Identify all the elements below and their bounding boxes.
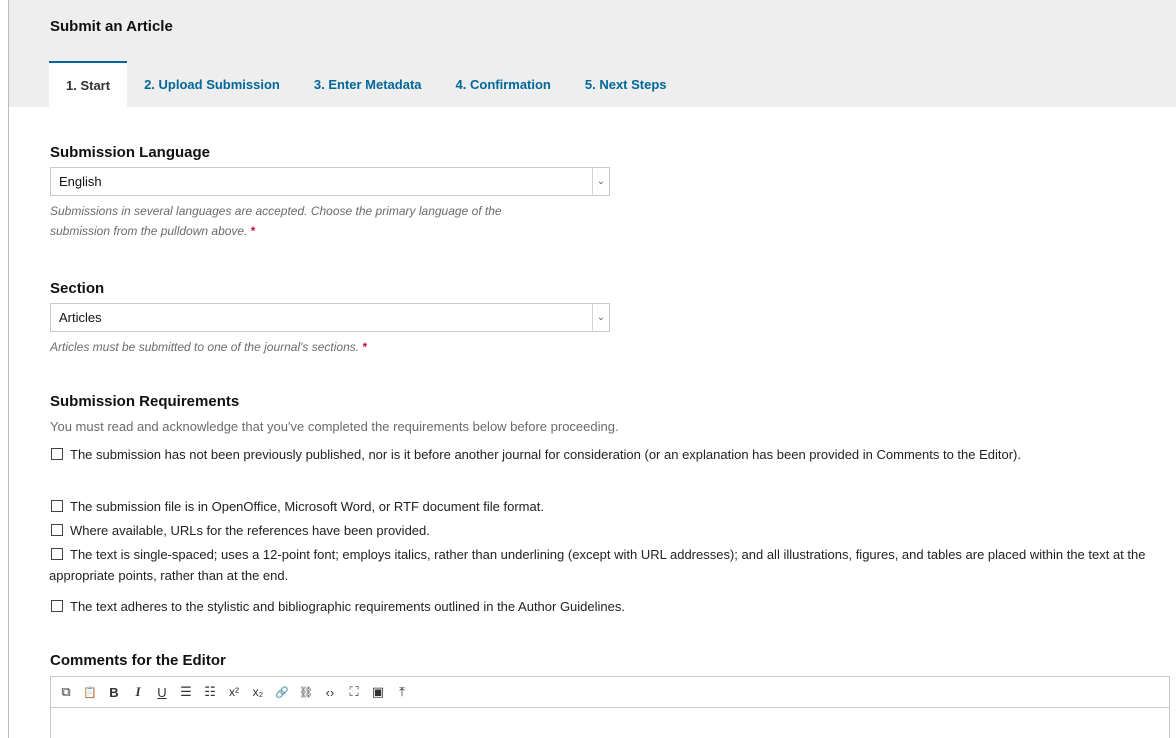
italic-icon[interactable]: I [126, 680, 150, 704]
requirement-checkbox[interactable] [51, 548, 63, 560]
tab-next-steps[interactable]: 5. Next Steps [568, 61, 684, 107]
tab-confirmation[interactable]: 4. Confirmation [439, 61, 568, 107]
requirement-text: The text is single-spaced; uses a 12-poi… [49, 547, 1146, 583]
code-icon[interactable]: ‹› [318, 680, 342, 704]
editor-toolbar: ⧉ 📋 B I U ☰ ☷ x² x₂ 🔗 ⛓ ‹› ⛶ ▣ ⤒ [51, 677, 1169, 708]
paste-icon[interactable]: 📋 [78, 680, 102, 704]
requirement-checkbox[interactable] [51, 524, 63, 536]
required-mark: * [250, 224, 256, 238]
section-select[interactable]: Articles ⌄ [50, 303, 610, 332]
header-band: Submit an Article 1. Start 2. Upload Sub… [9, 0, 1176, 107]
section-help: Articles must be submitted to one of the… [50, 337, 670, 357]
bold-icon[interactable]: B [102, 680, 126, 704]
link-icon[interactable]: 🔗 [270, 680, 294, 704]
section-value: Articles [59, 310, 102, 325]
requirement-checkbox[interactable] [51, 600, 63, 612]
bullet-list-icon[interactable]: ☰ [174, 680, 198, 704]
submission-language-label: Submission Language [50, 144, 211, 161]
tab-upload-submission[interactable]: 2. Upload Submission [127, 61, 297, 107]
page-title: Submit an Article [50, 18, 173, 35]
required-mark: * [362, 340, 368, 354]
requirement-text: The text adheres to the stylistic and bi… [70, 599, 625, 614]
comments-editor: ⧉ 📋 B I U ☰ ☷ x² x₂ 🔗 ⛓ ‹› ⛶ ▣ ⤒ [50, 676, 1170, 738]
requirement-item: The text is single-spaced; uses a 12-poi… [49, 544, 1149, 586]
submission-language-help: Submissions in several languages are acc… [50, 201, 670, 241]
section-label: Section [50, 280, 105, 297]
submission-requirements-intro: You must read and acknowledge that you'v… [50, 419, 619, 434]
numbered-list-icon[interactable]: ☷ [198, 680, 222, 704]
upload-icon[interactable]: ⤒ [390, 680, 414, 704]
superscript-icon[interactable]: x² [222, 680, 246, 704]
submission-language-help-line1: Submissions in several languages are acc… [50, 204, 502, 218]
requirement-text: Where available, URLs for the references… [70, 523, 430, 538]
copy-icon[interactable]: ⧉ [54, 680, 78, 704]
requirement-text: The submission has not been previously p… [70, 447, 1021, 462]
tab-enter-metadata[interactable]: 3. Enter Metadata [297, 61, 439, 107]
requirement-item: The submission file is in OpenOffice, Mi… [49, 496, 1149, 517]
requirement-item: The text adheres to the stylistic and bi… [49, 596, 1149, 617]
submission-requirements-label: Submission Requirements [50, 393, 240, 410]
fullscreen-icon[interactable]: ⛶ [342, 680, 366, 704]
requirement-item: Where available, URLs for the references… [49, 520, 1149, 541]
chevron-down-icon: ⌄ [592, 168, 609, 195]
comments-label: Comments for the Editor [50, 652, 226, 669]
image-icon[interactable]: ▣ [366, 680, 390, 704]
unlink-icon[interactable]: ⛓ [294, 680, 318, 704]
submission-language-help-line2: submission from the pulldown above. [50, 224, 248, 238]
submission-language-select[interactable]: English ⌄ [50, 167, 610, 196]
step-tabs: 1. Start 2. Upload Submission 3. Enter M… [49, 61, 684, 107]
requirement-text: The submission file is in OpenOffice, Mi… [70, 499, 544, 514]
submission-language-value: English [59, 174, 102, 189]
section-help-text: Articles must be submitted to one of the… [50, 340, 360, 354]
tab-start[interactable]: 1. Start [49, 61, 128, 107]
underline-icon[interactable]: U [150, 680, 174, 704]
chevron-down-icon: ⌄ [592, 304, 609, 331]
requirement-checkbox[interactable] [51, 448, 63, 460]
subscript-icon[interactable]: x₂ [246, 680, 270, 704]
comments-textarea[interactable] [51, 708, 1169, 738]
requirement-item: The submission has not been previously p… [49, 444, 1149, 465]
requirement-checkbox[interactable] [51, 500, 63, 512]
